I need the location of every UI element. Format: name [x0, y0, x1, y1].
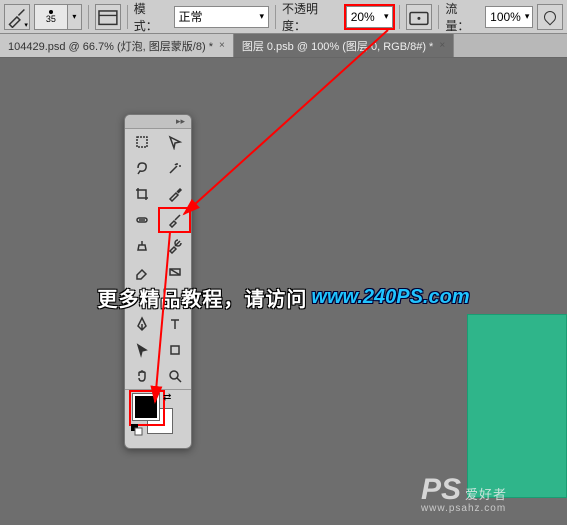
airbrush-icon: [544, 11, 556, 23]
chevron-down-icon[interactable]: ▾: [68, 4, 82, 30]
logo-sub: 爱好者: [465, 484, 507, 503]
default-colors-icon[interactable]: [131, 424, 143, 436]
brush-panel-toggle[interactable]: [95, 4, 121, 30]
separator: [127, 5, 128, 29]
airbrush-toggle[interactable]: [537, 4, 563, 30]
eyedropper-tool[interactable]: [158, 181, 191, 207]
site-logo: PS 爱好者 www.psahz.com: [421, 473, 507, 507]
watermark-link: www.240PS.com: [311, 286, 469, 309]
brush-picker[interactable]: 35 ▾: [34, 4, 82, 30]
brush-tool[interactable]: [158, 207, 191, 233]
close-icon[interactable]: ×: [219, 40, 225, 51]
document-tabs: 104429.psd @ 66.7% (灯泡, 图层蒙版/8) * × 图层 0…: [0, 34, 567, 58]
watermark-text: 更多精品教程，请访问: [97, 283, 307, 312]
canvas-content: [467, 314, 567, 498]
zoom-tool[interactable]: [158, 363, 191, 389]
path-select-tool[interactable]: [125, 337, 158, 363]
opacity-label: 不透明度：: [282, 0, 342, 34]
document-tab[interactable]: 104429.psd @ 66.7% (灯泡, 图层蒙版/8) * ×: [0, 34, 234, 57]
lasso-tool[interactable]: [125, 155, 158, 181]
logo-main: PS: [421, 473, 461, 507]
flow-value: 100%: [490, 10, 521, 24]
opacity-value: 20%: [351, 10, 375, 24]
folder-icon: [96, 5, 120, 29]
highlight-box: [129, 390, 165, 426]
clone-stamp-tool[interactable]: [125, 233, 158, 259]
blend-mode-value: 正常: [179, 8, 203, 25]
tab-label: 图层 0.psb @ 100% (图层 0, RGB/8#) *: [242, 38, 434, 54]
options-bar: ▾ 35 ▾ 模式： 正常 ▾ 不透明度： 20% ▾ 流量： 100% ▾: [0, 0, 567, 34]
tablet-icon: [407, 5, 431, 29]
separator: [275, 5, 276, 29]
logo-url: www.psahz.com: [421, 503, 506, 514]
crop-tool[interactable]: [125, 181, 158, 207]
chevron-down-icon: ▾: [384, 11, 389, 22]
watermark: 更多精品教程，请访问 www.240PS.com: [0, 278, 567, 316]
chevron-down-icon: ▾: [260, 11, 265, 22]
close-icon[interactable]: ×: [439, 40, 445, 51]
opacity-input[interactable]: 20% ▾: [346, 6, 394, 28]
separator: [438, 5, 439, 29]
separator: [88, 5, 89, 29]
pressure-opacity-toggle[interactable]: [406, 4, 432, 30]
flow-label: 流量：: [445, 0, 481, 34]
blend-mode-select[interactable]: 正常 ▾: [174, 6, 270, 28]
flow-input[interactable]: 100% ▾: [485, 6, 533, 28]
panel-collapse-handle[interactable]: ▸▸: [125, 115, 191, 129]
swap-colors-icon[interactable]: ⇄: [163, 392, 171, 403]
move-tool[interactable]: [158, 129, 191, 155]
history-brush-tool[interactable]: [158, 233, 191, 259]
mode-label: 模式：: [134, 0, 170, 34]
rect-marquee-tool[interactable]: [125, 129, 158, 155]
color-swatches: ⇄: [125, 390, 191, 448]
magic-wand-tool[interactable]: [158, 155, 191, 181]
tool-preset-picker[interactable]: ▾: [4, 4, 30, 30]
brush-size-value: 35: [46, 15, 56, 24]
healing-brush-tool[interactable]: [125, 207, 158, 233]
hand-tool[interactable]: [125, 363, 158, 389]
shape-tool[interactable]: [158, 337, 191, 363]
chevron-down-icon: ▾: [525, 11, 530, 22]
separator: [399, 5, 400, 29]
document-tab[interactable]: 图层 0.psb @ 100% (图层 0, RGB/8#) * ×: [234, 34, 454, 57]
tab-label: 104429.psd @ 66.7% (灯泡, 图层蒙版/8) *: [8, 38, 213, 54]
